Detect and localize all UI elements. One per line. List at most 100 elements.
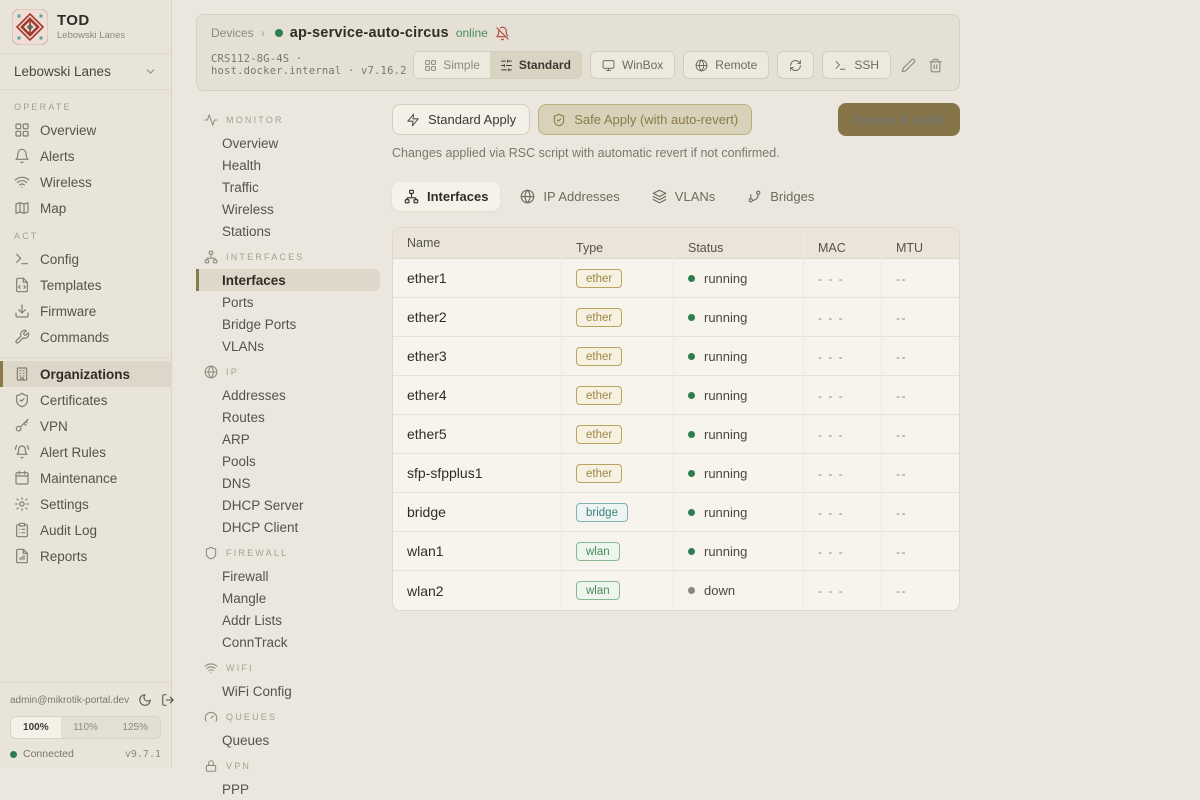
simple-mode-button[interactable]: Simple bbox=[414, 52, 490, 78]
calendar-icon bbox=[14, 470, 30, 486]
dark-mode-toggle[interactable] bbox=[138, 693, 152, 707]
status-dot bbox=[688, 392, 695, 399]
tab-bridges[interactable]: Bridges bbox=[735, 182, 826, 211]
zoom-option-110[interactable]: 110% bbox=[61, 717, 111, 738]
remote-button[interactable]: Remote bbox=[683, 51, 769, 79]
subnav-item-vlans[interactable]: VLANs bbox=[196, 335, 380, 357]
subnav-item-dhcp-client[interactable]: DHCP Client bbox=[196, 516, 380, 538]
review-apply-button[interactable]: Review & Apply bbox=[838, 103, 960, 136]
sidebar-item-settings[interactable]: Settings bbox=[0, 491, 171, 517]
subnav-item-pools[interactable]: Pools bbox=[196, 450, 380, 472]
subnav-section-monitor: MONITOR bbox=[196, 105, 392, 132]
mac-cell: - - - bbox=[803, 493, 881, 532]
status-dot bbox=[688, 275, 695, 282]
sidebar-item-certificates[interactable]: Certificates bbox=[0, 387, 171, 413]
breadcrumb[interactable]: Devices bbox=[211, 26, 254, 40]
sidebar-item-alert-rules[interactable]: Alert Rules bbox=[0, 439, 171, 465]
subnav-item-firewall[interactable]: Firewall bbox=[196, 565, 380, 587]
mac-cell: - - - bbox=[803, 415, 881, 454]
subnav-section-interfaces: INTERFACES bbox=[196, 242, 392, 269]
subnav-item-routes[interactable]: Routes bbox=[196, 406, 380, 428]
refresh-button[interactable] bbox=[777, 51, 814, 79]
subnav-item-ports[interactable]: Ports bbox=[196, 291, 380, 313]
table-row[interactable]: ether5 ether running - - - -- bbox=[393, 415, 959, 454]
subnav-item-stations[interactable]: Stations bbox=[196, 220, 380, 242]
table-row[interactable]: ether3 ether running - - - -- bbox=[393, 337, 959, 376]
subnav-item-conntrack[interactable]: ConnTrack bbox=[196, 631, 380, 653]
subnav-item-dhcp-server[interactable]: DHCP Server bbox=[196, 494, 380, 516]
sidebar-item-alerts[interactable]: Alerts bbox=[0, 143, 171, 169]
subnav-item-traffic[interactable]: Traffic bbox=[196, 176, 380, 198]
file-chart-icon bbox=[14, 548, 30, 564]
status-cell: running bbox=[673, 298, 803, 337]
wifi-icon bbox=[14, 174, 30, 190]
standard-mode-button[interactable]: Standard bbox=[490, 52, 581, 78]
tab-ip-addresses[interactable]: IP Addresses bbox=[508, 182, 631, 211]
sidebar-item-organizations[interactable]: Organizations bbox=[0, 361, 171, 387]
zoom-option-100[interactable]: 100% bbox=[11, 717, 61, 738]
table-row[interactable]: ether2 ether running - - - -- bbox=[393, 298, 959, 337]
subnav-item-wifi-config[interactable]: WiFi Config bbox=[196, 680, 380, 702]
subnav-item-addresses[interactable]: Addresses bbox=[196, 384, 380, 406]
sidebar-item-config[interactable]: Config bbox=[0, 246, 171, 272]
tab-interfaces[interactable]: Interfaces bbox=[392, 182, 500, 211]
table-row[interactable]: wlan2 wlan down - - - -- bbox=[393, 571, 959, 610]
safe-apply-button[interactable]: Safe Apply (with auto-revert) bbox=[538, 104, 752, 135]
standard-apply-button[interactable]: Standard Apply bbox=[392, 104, 530, 135]
bell-off-icon[interactable] bbox=[495, 26, 510, 41]
subnav-item-arp[interactable]: ARP bbox=[196, 428, 380, 450]
org-selector-value: Lebowski Lanes bbox=[14, 64, 111, 79]
type-badge: ether bbox=[576, 425, 622, 444]
zoom-selector: 100% 110% 125% bbox=[10, 716, 161, 739]
subnav-item-bridge-ports[interactable]: Bridge Ports bbox=[196, 313, 380, 335]
mtu-cell: -- bbox=[881, 532, 959, 571]
sidebar-item-wireless[interactable]: Wireless bbox=[0, 169, 171, 195]
subnav-item-ppp[interactable]: PPP bbox=[196, 778, 380, 800]
table-row[interactable]: wlan1 wlan running - - - -- bbox=[393, 532, 959, 571]
table-row[interactable]: sfp-sfpplus1 ether running - - - -- bbox=[393, 454, 959, 493]
sidebar-item-map[interactable]: Map bbox=[0, 195, 171, 221]
sidebar-item-maintenance[interactable]: Maintenance bbox=[0, 465, 171, 491]
table-row[interactable]: ether4 ether running - - - -- bbox=[393, 376, 959, 415]
sidebar-item-overview[interactable]: Overview bbox=[0, 117, 171, 143]
subnav-item-interfaces[interactable]: Interfaces bbox=[196, 269, 380, 291]
table-row[interactable]: ether1 ether running - - - -- bbox=[393, 259, 959, 298]
ssh-button[interactable]: SSH bbox=[822, 51, 891, 79]
sidebar-item-firmware[interactable]: Firmware bbox=[0, 298, 171, 324]
subnav-item-health[interactable]: Health bbox=[196, 154, 380, 176]
tab-vlans[interactable]: VLANs bbox=[640, 182, 727, 211]
shield-check-icon bbox=[552, 113, 566, 127]
subnav-section-ip: IP bbox=[196, 357, 392, 384]
subnav-item-wireless[interactable]: Wireless bbox=[196, 198, 380, 220]
sidebar-item-audit-log[interactable]: Audit Log bbox=[0, 517, 171, 543]
edit-button[interactable] bbox=[899, 56, 918, 75]
app-version: v9.7.1 bbox=[125, 749, 161, 760]
sidebar-item-templates[interactable]: Templates bbox=[0, 272, 171, 298]
breadcrumb-separator: › bbox=[261, 26, 265, 40]
zoom-option-125[interactable]: 125% bbox=[110, 717, 160, 738]
mac-cell: - - - bbox=[803, 376, 881, 415]
type-badge: wlan bbox=[576, 581, 620, 600]
sidebar-item-commands[interactable]: Commands bbox=[0, 324, 171, 350]
subnav-item-queues[interactable]: Queues bbox=[196, 729, 380, 751]
terminal-icon bbox=[834, 59, 847, 72]
org-selector[interactable]: Lebowski Lanes bbox=[0, 53, 171, 89]
sidebar-item-reports[interactable]: Reports bbox=[0, 543, 171, 569]
zap-icon bbox=[406, 113, 420, 127]
type-badge: ether bbox=[576, 386, 622, 405]
layers-icon bbox=[652, 189, 667, 204]
sidebar-item-vpn[interactable]: VPN bbox=[0, 413, 171, 439]
table-row[interactable]: bridge bridge running - - - -- bbox=[393, 493, 959, 532]
subnav-item-dns[interactable]: DNS bbox=[196, 472, 380, 494]
mtu-cell: -- bbox=[881, 415, 959, 454]
content-tabs: Interfaces IP Addresses VLANs Bridges bbox=[392, 182, 960, 211]
subnav-item-mangle[interactable]: Mangle bbox=[196, 587, 380, 609]
delete-button[interactable] bbox=[926, 56, 945, 75]
connected-dot bbox=[10, 751, 17, 758]
winbox-button[interactable]: WinBox bbox=[590, 51, 675, 79]
status-cell: running bbox=[673, 337, 803, 376]
mtu-cell: -- bbox=[881, 298, 959, 337]
status-dot bbox=[688, 470, 695, 477]
subnav-item-addr-lists[interactable]: Addr Lists bbox=[196, 609, 380, 631]
subnav-item-overview[interactable]: Overview bbox=[196, 132, 380, 154]
